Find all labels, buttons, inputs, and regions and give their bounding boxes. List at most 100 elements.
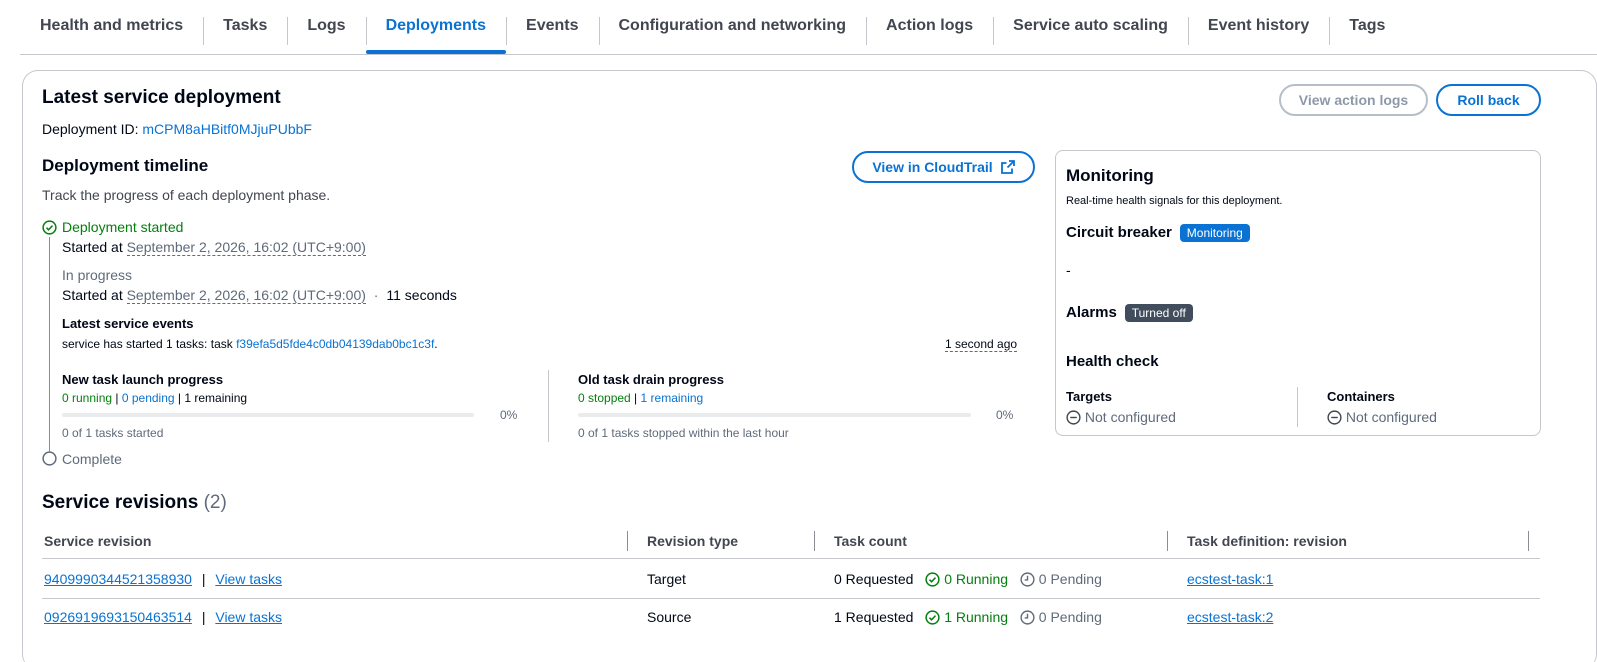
step-deployment-started-label: Deployment started: [62, 219, 184, 235]
revision-link[interactable]: 9409990344521358930: [44, 571, 192, 587]
service-event-text: service has started 1 tasks: task f39efa…: [62, 337, 438, 351]
col-header-task-count[interactable]: Task count: [834, 533, 907, 549]
revision-type: Source: [647, 609, 692, 625]
new-task-running: 0 running: [62, 391, 113, 405]
running-count: 0 Running: [944, 571, 1009, 587]
event-period: .: [434, 337, 438, 351]
col-resizer[interactable]: [1167, 531, 1168, 551]
col-header-revision-type[interactable]: Revision type: [647, 533, 738, 549]
separator: |: [201, 609, 206, 625]
old-task-footer: 0 of 1 tasks stopped within the last hou…: [578, 426, 789, 440]
table-header-divider: [42, 558, 1540, 559]
deployment-id: Deployment ID: mCPM8aHBitf0MJjuPUbbF: [42, 121, 312, 137]
old-task-progress-bar: [578, 413, 971, 417]
tab-event-history[interactable]: Event history: [1187, 0, 1329, 52]
pending-count: 0 Pending: [1038, 609, 1102, 625]
in-progress-time[interactable]: September 2, 2026, 16:02 (UTC+9:00): [126, 287, 366, 304]
requested-count: 0 Requested: [834, 571, 914, 587]
event-message: service has started 1 tasks: task: [62, 337, 233, 351]
col-resizer[interactable]: [814, 531, 815, 551]
view-in-cloudtrail-label: View in CloudTrail: [872, 159, 993, 175]
check-circle-icon: [925, 610, 940, 625]
monitoring-title: Monitoring: [1066, 166, 1154, 185]
alarms-badge: Turned off: [1124, 304, 1193, 322]
latest-service-events-title: Latest service events: [62, 316, 194, 331]
tab-tags[interactable]: Tags: [1329, 0, 1405, 52]
col-header-service-revision[interactable]: Service revision: [44, 533, 151, 549]
old-task-stopped: 0 stopped: [578, 391, 631, 405]
new-task-remaining: 1 remaining: [184, 391, 248, 405]
task-definition-text: ecstest-task:1: [1187, 571, 1274, 587]
tab-logs[interactable]: Logs: [287, 0, 365, 52]
view-action-logs-button[interactable]: View action logs: [1279, 84, 1428, 116]
circuit-breaker-row: Circuit breaker Monitoring: [1066, 224, 1250, 242]
old-task-remaining[interactable]: 1 remaining: [641, 391, 704, 405]
containers-label: Containers: [1327, 389, 1395, 404]
row-divider: [42, 598, 1540, 599]
latest-deployment-title: Latest service deployment: [42, 87, 281, 108]
old-task-percent: 0%: [996, 408, 1014, 422]
deployment-timeline-description: Track the progress of each deployment ph…: [42, 187, 331, 203]
pending-count: 0 Pending: [1038, 571, 1102, 587]
tab-configuration-and-networking[interactable]: Configuration and networking: [598, 0, 867, 52]
tab-events[interactable]: Events: [506, 0, 598, 52]
col-header-task-definition[interactable]: Task definition: revision: [1187, 533, 1347, 549]
deployment-id-link[interactable]: mCPM8aHBitf0MJjuPUbbF: [142, 121, 312, 137]
revision-type: Target: [647, 571, 686, 587]
service-revisions-count: (2): [203, 492, 227, 513]
task-definition-text: ecstest-task:2: [1187, 609, 1274, 625]
empty-circle-icon: [42, 451, 57, 466]
deployment-timeline-title: Deployment timeline: [42, 156, 209, 175]
health-divider: [1297, 387, 1298, 427]
monitoring-description: Real-time health signals for this deploy…: [1066, 195, 1283, 207]
started-at-time[interactable]: September 2, 2026, 16:02 (UTC+9:00): [126, 239, 366, 256]
event-time[interactable]: 1 second ago: [945, 337, 1018, 352]
check-circle-icon: [42, 220, 57, 235]
view-tasks-link[interactable]: View tasks: [215, 571, 282, 587]
col-resizer[interactable]: [1528, 531, 1529, 551]
new-task-progress-bar: [62, 413, 474, 417]
tab-tasks[interactable]: Tasks: [203, 0, 287, 52]
requested-count: 1 Requested: [834, 609, 914, 625]
task-definition-link[interactable]: ecstest-task:2: [1187, 609, 1273, 625]
separator: ·: [373, 287, 379, 303]
tab-service-auto-scaling[interactable]: Service auto scaling: [993, 0, 1188, 52]
tab-health-and-metrics[interactable]: Health and metrics: [20, 0, 203, 52]
containers-value: Not configured: [1345, 409, 1437, 425]
clock-icon: [1020, 572, 1035, 587]
targets-value: Not configured: [1084, 409, 1176, 425]
circuit-breaker-value: -: [1066, 262, 1071, 278]
revision-link[interactable]: 0926919693150463514: [44, 609, 192, 625]
tab-deployments[interactable]: Deployments: [365, 0, 507, 54]
in-progress-prefix: Started at: [62, 287, 123, 303]
event-time-text: 1 second ago: [945, 337, 1018, 352]
task-count: 1 Requested 1 Running 0 Pending: [834, 609, 1102, 625]
view-tasks-link[interactable]: View tasks: [215, 609, 282, 625]
minus-circle-icon: [1066, 410, 1081, 425]
step-in-progress-label: In progress: [62, 267, 133, 283]
step-started-at: Started at September 2, 2026, 16:02 (UTC…: [62, 239, 366, 256]
in-progress-duration: 11 seconds: [386, 287, 457, 303]
table-row: 0926919693150463514 | View tasks: [44, 609, 282, 625]
new-task-status: 0 running | 0 pending | 1 remaining: [62, 391, 248, 405]
new-task-pending[interactable]: 0 pending: [122, 391, 175, 405]
tab-bar: Health and metrics Tasks Logs Deployment…: [20, 0, 1597, 55]
alarms-label: Alarms: [1066, 304, 1117, 321]
roll-back-button[interactable]: Roll back: [1436, 84, 1541, 116]
event-task-link[interactable]: f39efa5d5fde4c0db04139dab0bc1c3f: [236, 337, 434, 351]
clock-icon: [1020, 610, 1035, 625]
minus-circle-icon: [1327, 410, 1342, 425]
step-complete-label: Complete: [62, 451, 122, 467]
col-resizer[interactable]: [627, 531, 628, 551]
alarms-row: Alarms Turned off: [1066, 304, 1193, 322]
monitoring-panel: [1055, 150, 1541, 436]
external-link-icon: [1000, 160, 1015, 174]
separator: |: [201, 571, 206, 587]
tab-action-logs[interactable]: Action logs: [866, 0, 993, 52]
circuit-breaker-badge: Monitoring: [1179, 224, 1250, 242]
view-in-cloudtrail-button[interactable]: View in CloudTrail: [852, 151, 1035, 183]
step-in-progress-started: Started at September 2, 2026, 16:02 (UTC…: [62, 287, 457, 304]
task-definition-link[interactable]: ecstest-task:1: [1187, 571, 1273, 587]
service-revisions-heading: Service revisions (2): [42, 492, 227, 514]
check-circle-icon: [925, 572, 940, 587]
